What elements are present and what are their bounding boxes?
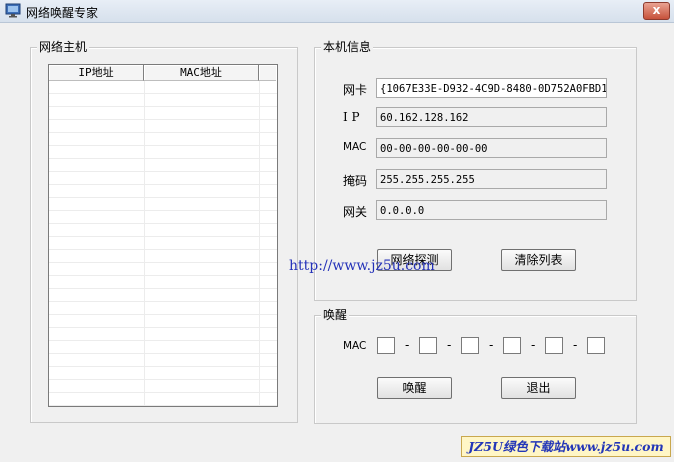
host-list-header: IP地址 MAC地址 (49, 65, 277, 81)
close-icon: x (652, 3, 661, 17)
clear-list-button[interactable]: 清除列表 (501, 249, 576, 271)
gateway-field[interactable]: 0.0.0.0 (376, 200, 607, 220)
host-list-rows[interactable] (49, 81, 277, 406)
close-button[interactable]: x (643, 2, 670, 20)
hosts-group-title: 网络主机 (37, 40, 90, 54)
window-title: 网络唤醒专家 (26, 6, 99, 20)
ip-label: I P (343, 110, 360, 124)
nic-label: 网卡 (343, 83, 368, 97)
column-divider (144, 81, 145, 406)
exit-button[interactable]: 退出 (501, 377, 576, 399)
site-watermark: JZ5U绿色下载站www.jz5u.com (461, 436, 671, 457)
ip-field[interactable]: 60.162.128.162 (376, 107, 607, 127)
mac-field[interactable]: 00-00-00-00-00-00 (376, 138, 607, 158)
mask-field[interactable]: 255.255.255.255 (376, 169, 607, 189)
mask-label: 掩码 (343, 174, 368, 188)
mac-octet-input[interactable] (587, 337, 605, 354)
mac-separator: - (447, 338, 452, 352)
mac-octet-input[interactable] (461, 337, 479, 354)
mac-separator: - (531, 338, 536, 352)
mac-separator: - (573, 338, 578, 352)
wake-group-title: 唤醒 (321, 308, 350, 322)
mac-separator: - (489, 338, 494, 352)
wake-button[interactable]: 唤醒 (377, 377, 452, 399)
overlay-url-text: http://www.jz5u.com (289, 258, 435, 274)
column-ip[interactable]: IP地址 (49, 65, 144, 81)
nic-field[interactable]: {1067E33E-D932-4C9D-8480-0D752A0FBD1D} (376, 78, 607, 98)
local-info-group-title: 本机信息 (321, 40, 374, 54)
column-mac[interactable]: MAC地址 (144, 65, 259, 81)
title-bar: 网络唤醒专家 x (0, 0, 674, 23)
wake-mac-label: MAC (343, 340, 367, 352)
monitor-icon (5, 3, 21, 18)
mac-octet-input[interactable] (377, 337, 395, 354)
column-divider (259, 81, 260, 406)
mac-octet-input[interactable] (503, 337, 521, 354)
mac-label: MAC (343, 141, 367, 153)
host-list[interactable]: IP地址 MAC地址 (48, 64, 278, 407)
mac-octet-input[interactable] (545, 337, 563, 354)
mac-octet-input[interactable] (419, 337, 437, 354)
gateway-label: 网关 (343, 205, 368, 219)
mac-separator: - (405, 338, 410, 352)
column-extra[interactable] (259, 65, 276, 81)
wake-groupbox: 唤醒 (314, 308, 637, 424)
